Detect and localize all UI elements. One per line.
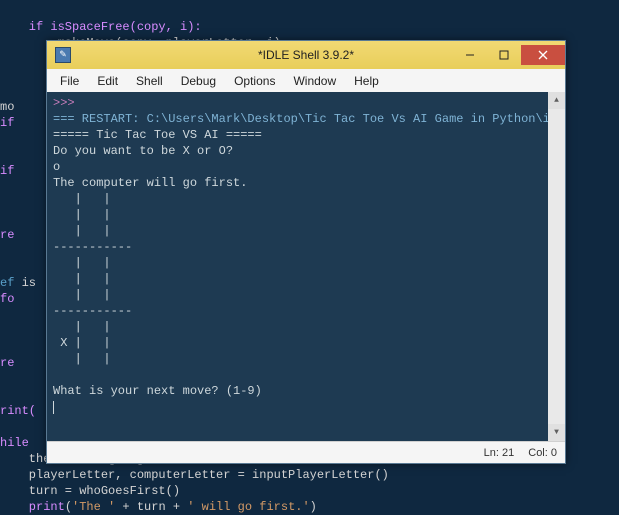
status-col: Col: 0: [528, 447, 557, 459]
idle-app-icon: ✎: [55, 47, 71, 63]
vertical-scrollbar[interactable]: ▲ ▼: [548, 92, 565, 441]
scroll-down-button[interactable]: ▼: [548, 424, 565, 441]
scroll-up-button[interactable]: ▲: [548, 92, 565, 109]
close-icon: [538, 50, 548, 60]
menu-options[interactable]: Options: [225, 71, 284, 91]
close-button[interactable]: [521, 45, 565, 65]
menu-edit[interactable]: Edit: [88, 71, 127, 91]
menu-window[interactable]: Window: [284, 71, 345, 91]
menu-help[interactable]: Help: [345, 71, 388, 91]
board-row: | |: [53, 256, 111, 270]
board-row: | |: [53, 288, 111, 302]
board-separator: -----------: [53, 240, 132, 254]
chevron-up-icon: ▲: [554, 96, 559, 105]
maximize-button[interactable]: [487, 45, 521, 65]
text-cursor: [53, 401, 54, 414]
idle-shell-window: ✎ *IDLE Shell 3.9.2* File Edit Shell Deb…: [46, 40, 566, 464]
board-row: | |: [53, 320, 111, 334]
scroll-track[interactable]: [548, 109, 565, 424]
window-controls: [453, 45, 565, 65]
menu-shell[interactable]: Shell: [127, 71, 172, 91]
board-row: | |: [53, 224, 111, 238]
maximize-icon: [499, 50, 509, 60]
game-banner: ===== Tic Tac Toe VS AI =====: [53, 128, 262, 142]
shell-area: >>> === RESTART: C:\Users\Mark\Desktop\T…: [47, 92, 565, 441]
restart-line: === RESTART: C:\Users\Mark\Desktop\Tic T…: [53, 112, 548, 126]
question-xo: Do you want to be X or O?: [53, 144, 233, 158]
first-player-msg: The computer will go first.: [53, 176, 247, 190]
menu-debug[interactable]: Debug: [172, 71, 225, 91]
statusbar: Ln: 21 Col: 0: [47, 441, 565, 463]
chevron-down-icon: ▼: [554, 428, 559, 437]
board-row: X | |: [53, 336, 111, 350]
move-prompt: What is your next move? (1-9): [53, 384, 262, 398]
menu-file[interactable]: File: [51, 71, 88, 91]
status-line: Ln: 21: [484, 447, 515, 459]
board-separator: -----------: [53, 304, 132, 318]
board-row: | |: [53, 192, 111, 206]
minimize-icon: [465, 50, 475, 60]
user-input-xo: o: [53, 160, 60, 174]
titlebar[interactable]: ✎ *IDLE Shell 3.9.2*: [47, 41, 565, 69]
board-row: | |: [53, 272, 111, 286]
menubar: File Edit Shell Debug Options Window Hel…: [47, 69, 565, 92]
minimize-button[interactable]: [453, 45, 487, 65]
shell-prompt: >>>: [53, 96, 75, 110]
board-row: | |: [53, 208, 111, 222]
board-row: | |: [53, 352, 111, 366]
shell-output[interactable]: >>> === RESTART: C:\Users\Mark\Desktop\T…: [47, 92, 548, 441]
